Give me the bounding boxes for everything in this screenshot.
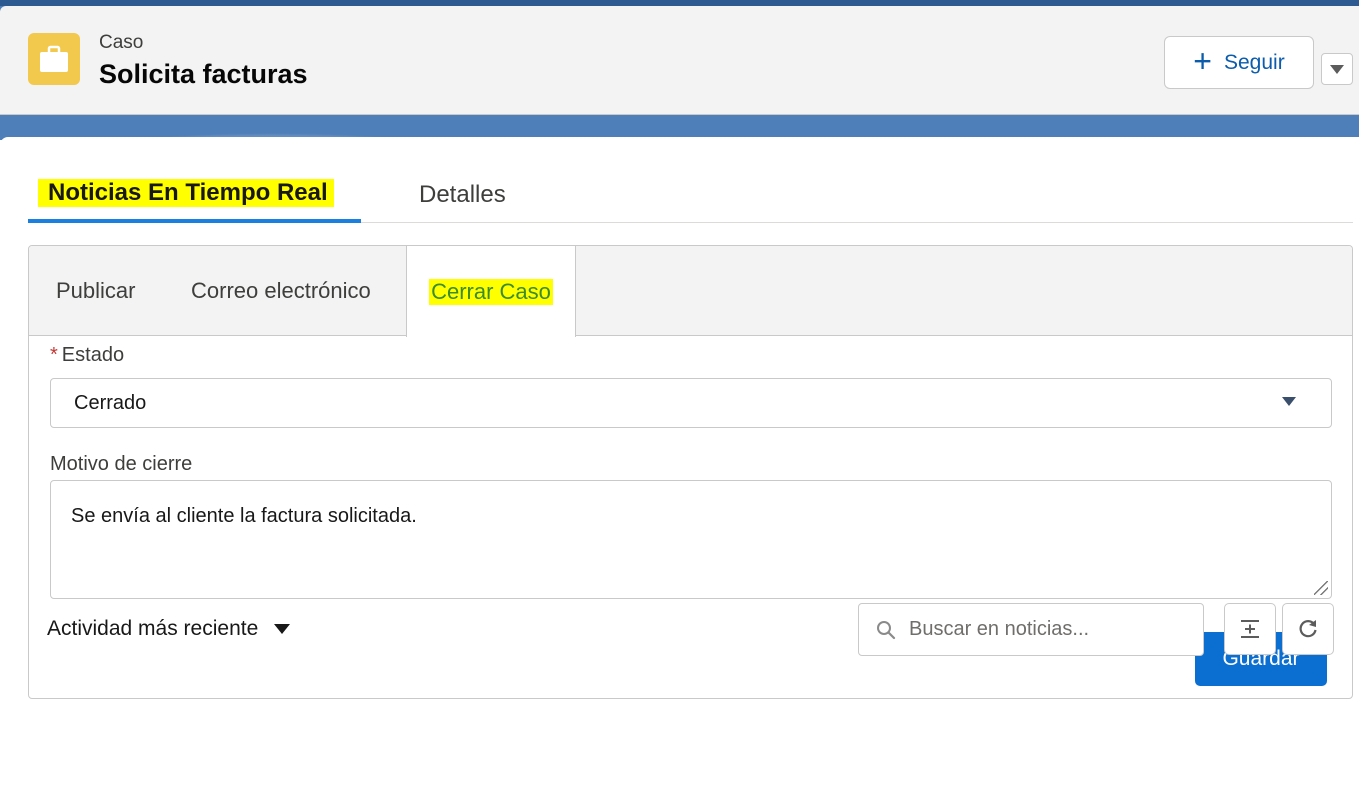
- record-title: Solicita facturas: [99, 59, 308, 89]
- record-header: Caso Solicita facturas + Seguir: [0, 6, 1359, 115]
- search-placeholder: Buscar en noticias...: [909, 618, 1090, 640]
- object-label: Caso: [99, 32, 144, 53]
- follow-button[interactable]: + Seguir: [1164, 36, 1314, 89]
- publisher-tabbar: Publicar Correo electrónico Cerrar Caso: [29, 246, 1352, 337]
- tab-details-label: Detalles: [419, 181, 506, 208]
- tab-details[interactable]: Detalles: [419, 167, 506, 223]
- required-marker: *: [50, 344, 58, 366]
- tab-post[interactable]: Publicar: [56, 246, 135, 336]
- reason-text: Se envía al cliente la factura solicitad…: [71, 505, 417, 527]
- collapse-all-button[interactable]: [1224, 603, 1276, 655]
- collapse-all-icon: [1241, 620, 1259, 638]
- feed-sort-dropdown[interactable]: Actividad más reciente: [47, 617, 291, 641]
- tab-close-case[interactable]: Cerrar Caso: [406, 246, 576, 337]
- reason-label: Motivo de cierre: [50, 453, 193, 475]
- resize-handle[interactable]: [1314, 581, 1328, 595]
- tab-post-label: Publicar: [56, 278, 136, 303]
- feed-search-input[interactable]: Buscar en noticias...: [858, 603, 1204, 656]
- tab-email-label: Correo electrónico: [191, 278, 371, 303]
- status-label: * Estado: [50, 344, 124, 367]
- record-tabs: Noticias En Tiempo Real Detalles: [28, 167, 1353, 223]
- reason-textarea[interactable]: Se envía al cliente la factura solicitad…: [50, 480, 1332, 599]
- feed-sort-label: Actividad más reciente: [47, 617, 259, 640]
- chevron-down-icon: [1330, 64, 1344, 74]
- tab-close-case-label: Cerrar Caso: [429, 278, 553, 305]
- tab-email[interactable]: Correo electrónico: [191, 246, 371, 336]
- refresh-icon: [1299, 620, 1317, 638]
- chevron-down-icon: [1282, 397, 1296, 406]
- status-select[interactable]: Cerrado: [50, 378, 1332, 428]
- tab-feed[interactable]: Noticias En Tiempo Real: [28, 167, 361, 223]
- tab-feed-label: Noticias En Tiempo Real: [38, 179, 334, 207]
- briefcase-icon: [28, 33, 80, 85]
- chevron-down-icon: [274, 624, 291, 634]
- plus-icon: +: [1193, 43, 1212, 79]
- follow-label: Seguir: [1223, 50, 1285, 74]
- search-icon: [877, 620, 896, 639]
- status-select-value: Cerrado: [74, 391, 147, 414]
- status-label-text: Estado: [61, 344, 125, 366]
- refresh-button[interactable]: [1282, 603, 1334, 655]
- more-actions-button[interactable]: [1321, 53, 1353, 85]
